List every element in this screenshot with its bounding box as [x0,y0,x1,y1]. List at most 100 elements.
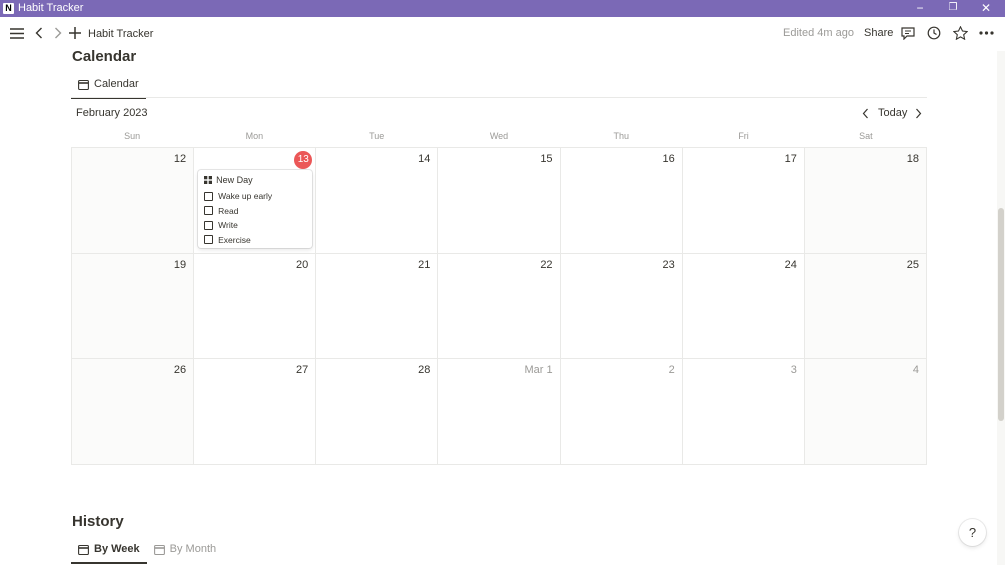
calendar-day-cell[interactable]: Mar 1 [438,359,561,465]
calendar-day-cell[interactable]: 21 [316,253,439,360]
tab-by-week-label: By Week [94,543,140,555]
add-page-icon[interactable] [67,24,83,42]
back-icon[interactable] [32,24,46,42]
weekday-tue: Tue [369,131,385,141]
day-number: 12 [173,153,187,165]
day-number: 24 [784,258,797,271]
card-title-label: New Day [216,175,253,185]
day-number: 17 [784,153,797,165]
calendar-day-cell[interactable]: 24 [682,253,805,360]
weekday-fri: Fri [738,131,749,141]
day-number: 16 [662,153,675,165]
app-logo-icon: N [3,3,14,14]
calendar-day-cell[interactable]: 25 [804,253,927,360]
card-title: New Day [204,174,306,186]
calendar-day-cell-today[interactable]: 13 New Day Wake up early Read Write Exer… [194,148,317,254]
weekday-wed: Wed [489,131,509,141]
day-number: 14 [418,153,431,165]
calendar-day-cell[interactable]: 15 [438,148,561,254]
next-month-icon[interactable] [913,107,923,119]
weekday-mon: Mon [245,131,264,141]
calendar-day-cell[interactable]: 12 [72,148,195,254]
day-number: 20 [296,258,309,271]
habit-checkbox-row: Read [204,204,306,219]
weekday-sat: Sat [859,131,873,141]
top-toolbar: Habit Tracker Edited 4m ago Share [0,17,1005,176]
more-options-icon[interactable] [977,25,995,41]
today-button[interactable]: Today [878,107,907,119]
day-number: 23 [662,258,675,271]
day-number: 28 [418,364,431,377]
day-number: 15 [540,153,553,165]
forward-icon[interactable] [51,24,65,42]
today-day-number: 13 [294,151,313,169]
day-number: 18 [906,153,919,165]
day-number: Mar 1 [524,364,553,377]
calendar-icon [78,79,89,90]
habit-label: Read [218,205,239,216]
calendar-day-cell[interactable]: 27 [194,359,317,465]
habit-label: Exercise [218,234,251,245]
weekday-header: Sun Mon Tue Wed Thu Fri Sat [71,131,927,145]
day-number: 19 [173,258,187,271]
calendar-day-cell[interactable]: 26 [72,359,195,465]
habit-checkbox-row: Exercise [204,233,306,248]
calendar-icon [78,544,89,555]
tab-by-month[interactable]: By Month [147,538,223,560]
calendar-day-cell[interactable]: 16 [560,148,683,254]
close-button[interactable]: ✕ [971,0,1001,17]
day-number: 3 [790,364,797,377]
scrollbar-thumb[interactable] [998,208,1004,421]
tab-calendar[interactable]: Calendar [71,73,146,99]
checkbox[interactable] [204,220,214,230]
weekday-thu: Thu [613,131,630,141]
tab-by-week[interactable]: By Week [71,538,147,564]
day-number: 21 [418,258,431,271]
calendar-day-cell[interactable]: 22 [438,253,561,360]
window-titlebar: N Habit Tracker − ❐ ✕ [0,0,1005,17]
checkbox[interactable] [204,235,214,245]
day-number: 27 [296,364,309,377]
calendar-day-cell[interactable]: 17 [682,148,805,254]
restore-button[interactable]: ❐ [938,0,968,17]
favorite-star-icon[interactable] [952,25,968,41]
calendar-day-cell[interactable]: 20 [194,253,317,360]
share-button[interactable]: Share [864,27,893,39]
tab-by-month-label: By Month [169,543,217,555]
calendar-section-title: Calendar [72,48,137,65]
tabs-divider [71,97,927,98]
calendar-day-cell[interactable]: 19 [72,253,195,360]
day-number: 25 [906,258,919,271]
calendar-icon [153,544,165,555]
page-scrollbar[interactable] [997,51,1005,565]
checkbox[interactable] [204,206,214,216]
history-view-tabs: By Week By Month [71,538,223,564]
breadcrumb[interactable]: Habit Tracker [88,17,171,176]
day-number: 26 [173,364,187,377]
calendar-day-cell[interactable]: 28 [316,359,439,465]
tab-calendar-label: Calendar [94,78,139,90]
calendar-day-cell[interactable]: 14 [316,148,439,254]
checkbox[interactable] [204,191,214,201]
calendar-day-cell[interactable]: 3 [682,359,805,465]
habit-checkbox-row: Wake up early [204,189,306,204]
menu-icon[interactable] [8,24,26,42]
weekday-sun: Sun [124,131,141,141]
history-clock-icon[interactable] [926,25,942,41]
help-button[interactable]: ? [959,519,986,546]
day-number: 4 [912,364,919,377]
habit-label: Wake up early [218,191,273,202]
calendar-day-cell[interactable]: 18 [804,148,927,254]
window-title: Habit Tracker [18,2,84,14]
previous-month-icon[interactable] [860,107,870,119]
minimize-button[interactable]: − [905,0,935,17]
comments-icon[interactable] [900,25,916,41]
calendar-day-cell[interactable]: 2 [560,359,683,465]
history-section-title: History [72,513,124,530]
calendar-day-cell[interactable]: 23 [560,253,683,360]
calendar-day-cell[interactable]: 4 [804,359,927,465]
habit-checkbox-row: Write [204,218,306,233]
breadcrumb-label: Habit Tracker [88,28,154,40]
page-grid-icon [204,176,213,184]
habit-entry-card[interactable]: New Day Wake up early Read Write Exercis… [198,170,313,248]
